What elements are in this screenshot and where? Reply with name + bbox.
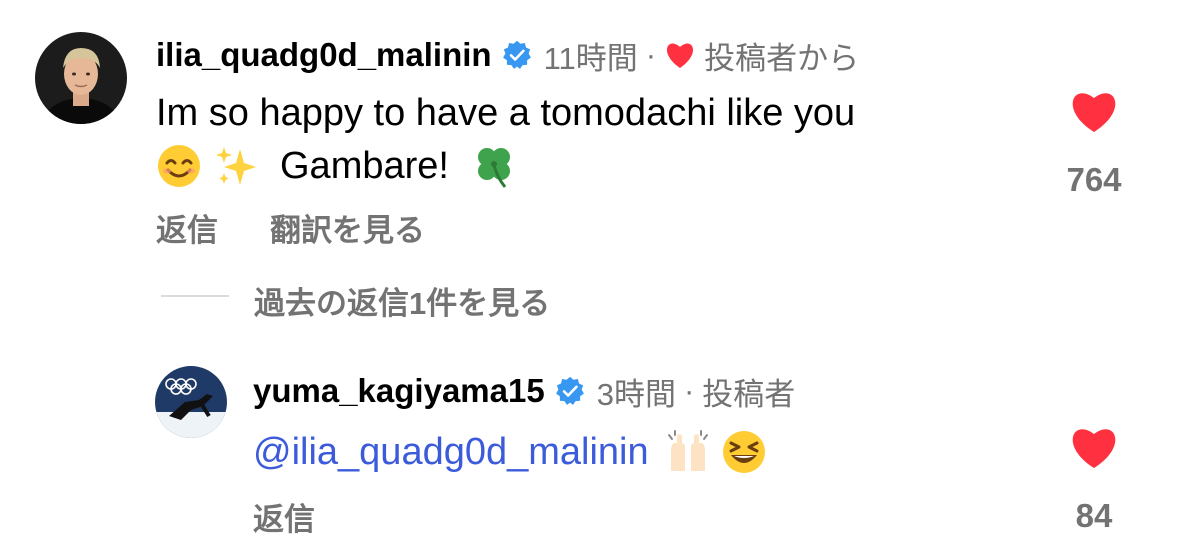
author-label: 投稿者 [702,376,796,412]
reply-like-heart-icon[interactable] [1069,424,1119,470]
reply-username[interactable]: yuma_kagiyama15 [253,372,545,410]
comment-actions: 返信 翻訳を見る [156,205,425,250]
comment-text: Im so happy to have a tomodachi like you… [156,88,1036,194]
reply-button[interactable]: 返信 [156,205,218,250]
like-count: 764 [1066,161,1122,198]
comment-text-line2: Gambare! [280,145,449,187]
view-previous-replies-button[interactable]: 過去の返信1件を見る [254,278,550,323]
four-leaf-clover-emoji-icon [471,143,517,189]
separator-dot: · [683,373,695,408]
mention-link[interactable]: @ilia_quadg0d_malinin [253,427,649,477]
comment-time: 11時間 [543,40,638,76]
see-translation-button[interactable]: 翻訳を見る [270,205,425,250]
replies-divider [161,295,229,297]
sparkles-emoji-icon [214,143,260,189]
reply-header: yuma_kagiyama15 3時間 · 投稿者 [253,370,795,412]
liked-by-creator-label: 投稿者から [704,40,860,76]
comment-header: ilia_quadg0d_malinin 11時間 · 投稿者から [156,34,859,76]
reply-avatar[interactable] [155,366,227,438]
reply-button[interactable]: 返信 [253,494,315,539]
separator-dot: · [645,37,657,72]
reply-text: @ilia_quadg0d_malinin [253,424,767,480]
avatar[interactable] [35,32,127,124]
reply-like-count: 84 [1075,497,1113,534]
raising-hands-emoji-icon [665,429,711,475]
reply-time: 3時間 [596,376,676,412]
smiling-face-emoji-icon [156,143,202,189]
creator-heart-icon [664,40,696,70]
verified-badge-icon [502,40,532,70]
grinning-squinting-face-emoji-icon [721,429,767,475]
verified-badge-icon [555,376,585,406]
comment-text-line1: Im so happy to have a tomodachi like you [156,92,856,134]
username[interactable]: ilia_quadg0d_malinin [156,36,492,74]
like-heart-icon[interactable] [1069,88,1119,134]
